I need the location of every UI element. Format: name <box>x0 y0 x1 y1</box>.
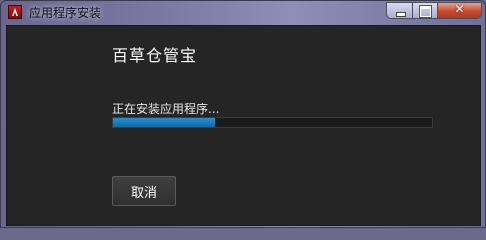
cancel-button[interactable]: 取消 <box>112 176 176 206</box>
maximize-button[interactable] <box>412 2 438 19</box>
adobe-air-icon <box>8 5 22 19</box>
installer-window: 应用程序安装 ✕ 百草仓管宝 正在安装应用程序... 取消 <box>0 0 486 228</box>
installer-panel: 百草仓管宝 正在安装应用程序... 取消 <box>6 25 481 226</box>
window-title: 应用程序安装 <box>29 6 102 20</box>
minimize-icon <box>396 12 406 17</box>
progress-fill <box>113 118 216 127</box>
title-bar[interactable]: 应用程序安装 ✕ <box>1 1 485 23</box>
install-progress-bar <box>112 117 433 128</box>
close-button[interactable]: ✕ <box>437 2 482 19</box>
app-name-heading: 百草仓管宝 <box>112 46 198 65</box>
minimize-button[interactable] <box>386 2 413 19</box>
install-status-text: 正在安装应用程序... <box>112 102 220 116</box>
maximize-icon <box>420 6 431 17</box>
close-icon: ✕ <box>454 2 465 16</box>
